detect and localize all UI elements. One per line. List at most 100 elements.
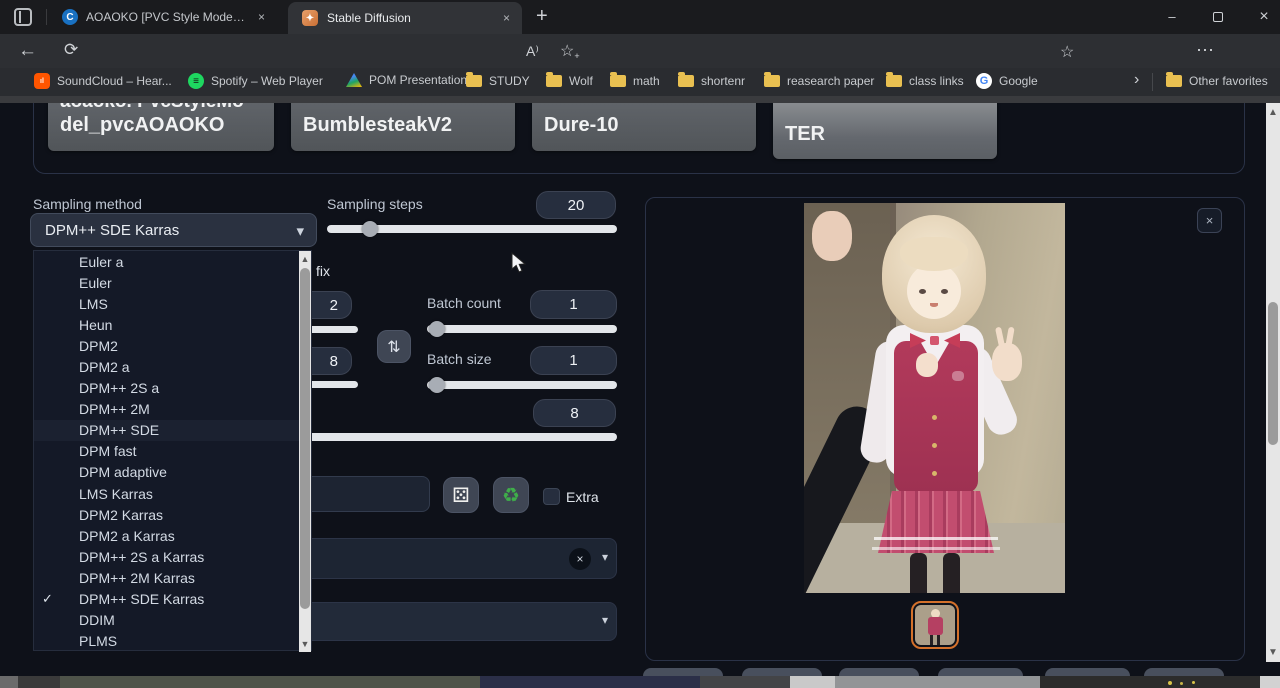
sampler-option[interactable]: DPM++ 2S a: [34, 378, 311, 399]
bookmark-math[interactable]: math: [610, 74, 660, 88]
reload-icon[interactable]: ⟳: [64, 40, 78, 60]
folder-icon: [886, 75, 902, 87]
scroll-down-icon[interactable]: ▼: [1266, 648, 1280, 658]
swap-icon: ⇅: [387, 337, 400, 357]
bookmark-reasearch-paper[interactable]: reasearch paper: [764, 74, 874, 88]
other-favorites[interactable]: Other favorites: [1166, 74, 1268, 88]
generated-image[interactable]: [804, 203, 1065, 593]
settings-dots-icon[interactable]: ⋯: [1196, 40, 1214, 61]
bookmark-study[interactable]: STUDY: [466, 74, 530, 88]
model-card-aoaoko[interactable]: aoaoko. PvcStyleMo del_pvcAOAOKO: [48, 96, 274, 151]
restore-button[interactable]: [1196, 0, 1240, 33]
tab-stable-diffusion[interactable]: ✦ Stable Diffusion ×: [288, 2, 522, 34]
batch-count-slider-handle[interactable]: [429, 321, 445, 337]
sampler-option[interactable]: Euler a: [34, 251, 311, 272]
list-scrollbar[interactable]: ▲ ▼: [299, 251, 311, 652]
sampler-option-selected[interactable]: ✓DPM++ SDE Karras: [34, 589, 311, 610]
list-scrollbar-thumb[interactable]: [300, 268, 310, 609]
sampler-option[interactable]: DPM2 a: [34, 356, 311, 377]
sampler-option[interactable]: DPM fast: [34, 441, 311, 462]
batch-count-slider[interactable]: [427, 325, 617, 333]
sampler-option[interactable]: Euler: [34, 272, 311, 293]
sampler-option[interactable]: DDIM: [34, 610, 311, 631]
bookmark-shortenr[interactable]: shortenr: [678, 74, 745, 88]
sampler-option[interactable]: LMS: [34, 293, 311, 314]
bookmarks-overflow-icon[interactable]: ›: [1134, 71, 1139, 89]
folder-icon: [466, 75, 482, 87]
bookmark-spotify[interactable]: ≡Spotify – Web Player: [188, 73, 323, 89]
finger: [995, 327, 1005, 348]
model-card-ter[interactable]: TER: [773, 96, 997, 159]
send-to-inpaint-button[interactable]: [938, 668, 1023, 676]
tab-civitai[interactable]: C AOAOKO [PVC Style Model] - PV ×: [52, 1, 284, 33]
tab-close-icon[interactable]: ×: [254, 10, 269, 25]
batch-size-slider[interactable]: [427, 381, 617, 389]
browser-toolbar: ← ⟳ i 127.0.0.1 :7860 A⁾ ☆+ O » IA AD S …: [0, 34, 1280, 68]
favorites-bar-icon[interactable]: ☆: [1060, 42, 1074, 62]
skirt: [878, 491, 994, 553]
minimize-button[interactable]: –: [1150, 0, 1194, 33]
zip-button[interactable]: [742, 668, 822, 676]
tab-bar: C AOAOKO [PVC Style Model] - PV × ✦ Stab…: [0, 0, 1280, 34]
cfg-scale-value[interactable]: 8: [533, 399, 616, 427]
workspaces-icon[interactable]: [14, 8, 32, 26]
batch-count-label: Batch count: [427, 295, 501, 311]
close-image-button[interactable]: ×: [1197, 208, 1222, 233]
bookmark-pom[interactable]: POM Presentations...: [346, 73, 483, 87]
bookmark-wolf[interactable]: Wolf: [546, 74, 593, 88]
sampling-method-value: DPM++ SDE Karras: [45, 222, 179, 239]
batch-count-value[interactable]: 1: [530, 290, 617, 319]
drive-icon: [346, 73, 362, 87]
skirt-hem-stripe: [872, 547, 1000, 550]
sampler-option[interactable]: DPM++ 2M: [34, 399, 311, 420]
batch-size-value[interactable]: 1: [530, 346, 617, 375]
send-to-extras-button[interactable]: [1045, 668, 1130, 676]
clear-styles-button[interactable]: ×: [569, 548, 591, 570]
bookmark-class-links[interactable]: class links: [886, 74, 964, 88]
bookmark-google[interactable]: GGoogle: [976, 73, 1038, 89]
bookmark-soundcloud[interactable]: ılSoundCloud – Hear...: [34, 73, 172, 89]
sampler-option[interactable]: Heun: [34, 314, 311, 335]
eye: [941, 289, 948, 294]
sampler-option[interactable]: DPM++ SDE: [34, 420, 311, 441]
sampler-option[interactable]: DPM++ 2S a Karras: [34, 546, 311, 567]
swap-dimensions-button[interactable]: ⇅: [377, 330, 411, 363]
scroll-up-icon[interactable]: ▲: [1266, 108, 1280, 118]
chest-hand: [916, 353, 938, 377]
open-folder-button[interactable]: [1144, 668, 1224, 676]
sampler-option[interactable]: DPM2 a Karras: [34, 525, 311, 546]
sampler-option[interactable]: LMS Karras: [34, 483, 311, 504]
extra-seed-checkbox[interactable]: [543, 488, 560, 505]
tab-divider: [46, 9, 47, 25]
send-to-img2img-button[interactable]: [839, 668, 919, 676]
random-seed-button[interactable]: ⚄: [443, 477, 479, 513]
gallery-thumbnail[interactable]: [911, 601, 959, 649]
page-scrollbar[interactable]: ▲ ▼: [1266, 103, 1280, 662]
read-aloud-icon[interactable]: A⁾: [526, 43, 539, 60]
page-scrollbar-thumb[interactable]: [1268, 302, 1278, 445]
sampling-steps-label: Sampling steps: [327, 196, 423, 212]
model-card-dure[interactable]: Dure-10: [532, 96, 756, 151]
back-icon[interactable]: ←: [18, 40, 37, 62]
window-close-button[interactable]: ×: [1242, 0, 1280, 33]
sampler-option[interactable]: DPM2 Karras: [34, 504, 311, 525]
model-card-bumblesteak[interactable]: BumblesteakV2: [291, 96, 515, 151]
new-tab-button[interactable]: +: [536, 5, 548, 28]
sampling-method-select[interactable]: DPM++ SDE Karras ▾: [30, 213, 317, 247]
sampler-option[interactable]: DPM2: [34, 335, 311, 356]
sampling-steps-slider-handle[interactable]: [362, 221, 378, 237]
scroll-down-icon[interactable]: ▼: [299, 639, 311, 649]
reuse-seed-button[interactable]: ♻: [493, 477, 529, 513]
save-button[interactable]: [643, 668, 723, 676]
batch-size-slider-handle[interactable]: [429, 377, 445, 393]
sampler-option[interactable]: DPM++ 2M Karras: [34, 567, 311, 588]
tab-close-icon[interactable]: ×: [499, 11, 514, 26]
sampler-option[interactable]: PLMS: [34, 631, 311, 652]
scroll-up-icon[interactable]: ▲: [299, 254, 311, 264]
sampler-option[interactable]: DPM adaptive: [34, 462, 311, 483]
sampling-steps-value[interactable]: 20: [536, 191, 616, 219]
batch-size-label: Batch size: [427, 351, 492, 367]
favorite-star-icon[interactable]: ☆+: [560, 41, 580, 61]
raised-fist: [812, 211, 852, 261]
folder-icon: [610, 75, 626, 87]
